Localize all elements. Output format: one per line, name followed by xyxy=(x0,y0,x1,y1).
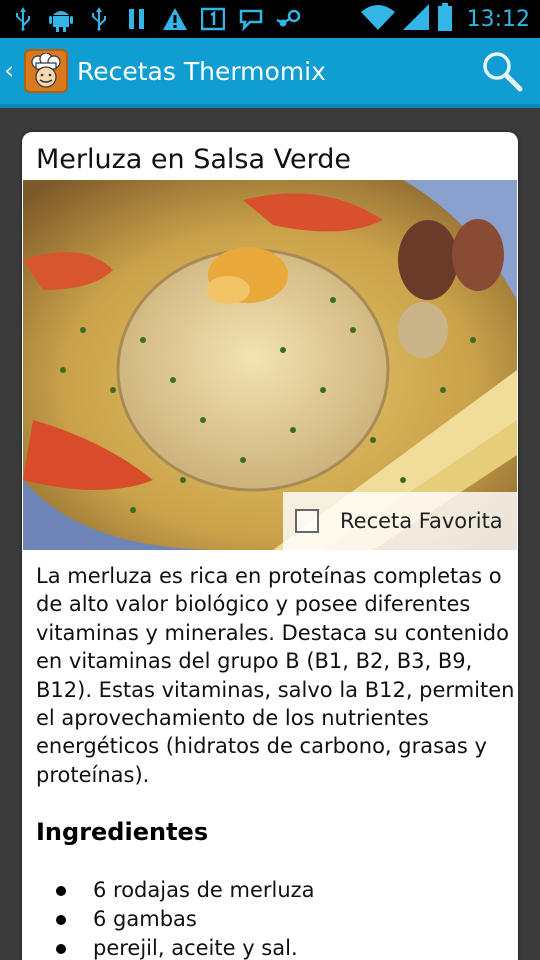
android-debug-icon xyxy=(48,6,74,32)
favorite-checkbox[interactable] xyxy=(295,509,319,533)
recipe-title: Merluza en Salsa Verde xyxy=(36,144,351,175)
usb-icon xyxy=(86,6,112,32)
search-button[interactable] xyxy=(472,41,532,101)
steam-icon xyxy=(276,6,302,32)
wifi-icon xyxy=(360,4,395,34)
recipe-photo: Receta Favorita xyxy=(23,180,517,550)
favorite-toggle[interactable]: Receta Favorita xyxy=(283,492,517,550)
battery-icon xyxy=(437,3,453,35)
ingredients-list: 6 rodajas de merluza 6 gambas perejil, a… xyxy=(36,876,315,960)
usb-icon xyxy=(10,6,36,32)
clock: 13:12 xyxy=(466,6,530,32)
recipe-card: Merluza en Salsa Verde Receta Favorita L… xyxy=(22,132,518,960)
list-item: 6 gambas xyxy=(36,905,315,934)
search-icon xyxy=(483,52,523,92)
bullet-icon xyxy=(56,943,66,954)
ingredient-text: perejil, aceite y sal. xyxy=(93,936,298,960)
ingredient-text: 6 rodajas de merluza xyxy=(93,878,315,902)
list-item: perejil, aceite y sal. xyxy=(36,934,315,960)
chef-app-icon[interactable] xyxy=(24,49,68,93)
status-bar: 13:12 xyxy=(0,0,540,38)
ingredient-text: 6 gambas xyxy=(93,907,197,931)
favorite-label: Receta Favorita xyxy=(340,509,503,533)
app-title: Recetas Thermomix xyxy=(77,56,326,86)
notification-icons xyxy=(10,6,361,32)
bullet-icon xyxy=(56,914,66,925)
chat-icon xyxy=(238,6,264,32)
signal-icon xyxy=(402,4,429,34)
chevron-left-icon[interactable]: ‹ xyxy=(4,56,20,86)
warning-icon xyxy=(162,6,188,32)
system-status: 13:12 xyxy=(360,3,530,35)
action-bar: ‹ Recetas Thermomix xyxy=(0,38,540,108)
bullet-icon xyxy=(56,885,66,896)
list-item: 6 rodajas de merluza xyxy=(36,876,315,905)
pause-icon xyxy=(124,6,150,32)
sim-one-icon xyxy=(200,6,226,32)
ingredients-heading: Ingredientes xyxy=(36,818,209,846)
recipe-description: La merluza es rica en proteínas completa… xyxy=(36,564,515,787)
